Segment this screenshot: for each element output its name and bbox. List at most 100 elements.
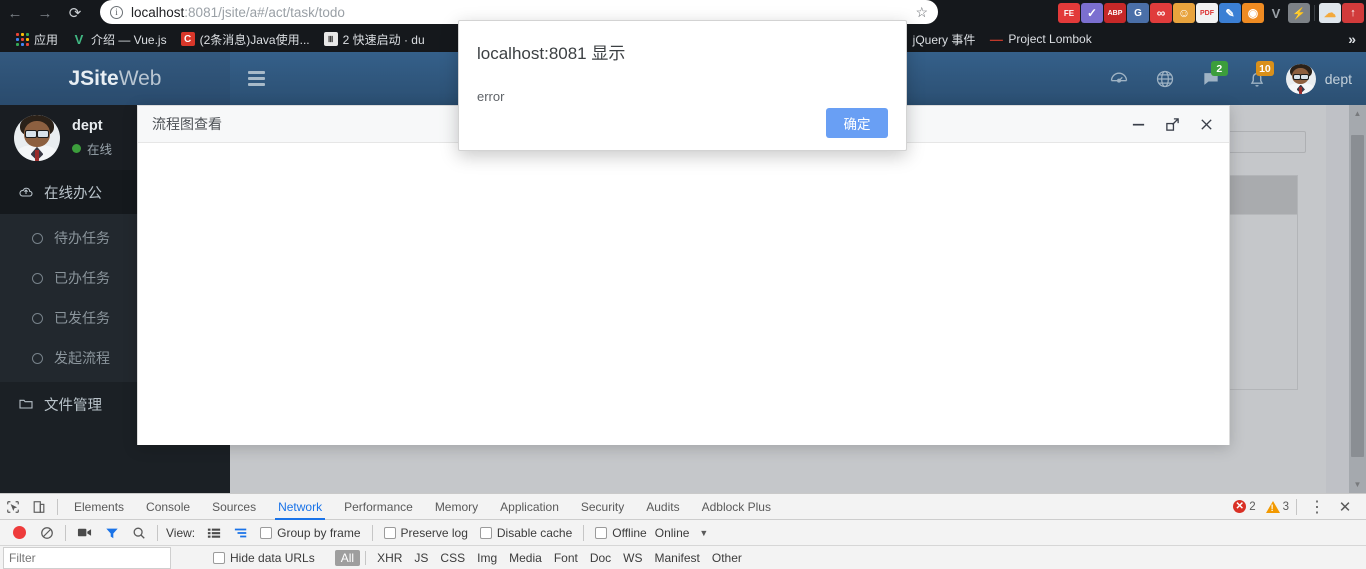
vuejs-bookmark[interactable]: V 介绍 — Vue.js [65, 28, 174, 50]
infinity-extension-icon[interactable]: ∞ [1150, 3, 1172, 23]
chevron-down-icon[interactable]: ▼ [699, 528, 708, 538]
screen-root: ← → ⟳ i localhost:8081/jsite/a#/act/task… [0, 0, 1366, 569]
bookmarks-overflow-button[interactable]: » [1348, 31, 1356, 47]
apps-bookmark[interactable]: 应用 [8, 28, 65, 50]
filter-type-font[interactable]: Font [548, 550, 584, 566]
book-icon: Ⅲ [323, 32, 338, 46]
site-info-icon[interactable]: i [110, 5, 123, 19]
preserve-log-checkbox[interactable]: Preserve log [383, 526, 468, 540]
pdf-extension-icon[interactable]: PDF [1196, 3, 1218, 23]
filter-type-js[interactable]: JS [408, 550, 434, 566]
reload-button[interactable]: ⟳ [60, 1, 90, 25]
sidebar-toggle-button[interactable] [230, 52, 282, 105]
search-button[interactable] [125, 520, 152, 546]
sidebar-user-info: dept 在线 [72, 118, 112, 158]
hide-data-urls-label: Hide data URLs [230, 551, 315, 565]
flash-extension-icon[interactable]: ⚡ [1288, 3, 1310, 23]
header-user-menu[interactable]: dept [1280, 52, 1352, 105]
lombok-bookmark-label: Project Lombok [1008, 32, 1092, 46]
smiley-extension-icon[interactable]: ☺ [1173, 3, 1195, 23]
forward-button[interactable]: → [30, 1, 60, 25]
alert-title: localhost:8081 显示 [477, 44, 626, 63]
tab-elements[interactable]: Elements [63, 494, 135, 520]
weather-extension-icon[interactable]: ☁ [1319, 3, 1341, 23]
offline-checkbox[interactable]: Offline [595, 526, 647, 540]
apps-grid-icon [15, 32, 29, 46]
filter-input[interactable] [3, 547, 171, 569]
devtools-tabbar: Elements Console Sources Network Perform… [0, 494, 1366, 520]
modal-close-button[interactable] [1197, 115, 1215, 133]
tab-sources[interactable]: Sources [201, 494, 267, 520]
tab-memory[interactable]: Memory [424, 494, 489, 520]
sidebar-user-name: dept [72, 117, 103, 134]
filter-type-all[interactable]: All [334, 550, 361, 566]
tab-security[interactable]: Security [570, 494, 635, 520]
clear-button[interactable] [33, 520, 60, 546]
filter-type-media[interactable]: Media [503, 550, 548, 566]
list-view-button[interactable] [200, 520, 227, 546]
group-by-frame-checkbox[interactable]: Group by frame [260, 526, 361, 540]
filter-type-xhr[interactable]: XHR [371, 550, 408, 566]
toggle-device-toolbar-icon[interactable] [26, 494, 52, 520]
globe-icon[interactable] [1142, 52, 1188, 105]
checkbox-icon [479, 526, 492, 539]
lifebuoy-extension-icon[interactable]: ◉ [1242, 3, 1264, 23]
tab-application[interactable]: Application [489, 494, 570, 520]
messages-icon[interactable]: 2 [1188, 52, 1234, 105]
bookmark-star-icon[interactable]: ☆ [915, 4, 928, 21]
dashboard-icon[interactable] [1096, 52, 1142, 105]
tab-audits[interactable]: Audits [635, 494, 690, 520]
warning-count-indicator[interactable]: 3 [1265, 500, 1289, 513]
hide-data-urls-checkbox[interactable]: Hide data URLs [213, 551, 315, 565]
inspect-element-icon[interactable] [0, 494, 26, 520]
upload-extension-icon[interactable]: ↑ [1342, 3, 1364, 23]
toolbar-divider-4 [583, 524, 585, 541]
apps-bookmark-label: 应用 [34, 32, 59, 47]
circle-bullet-icon [32, 352, 43, 364]
circle-bullet-icon [32, 272, 43, 284]
tab-adblock-plus[interactable]: Adblock Plus [691, 494, 782, 520]
lombok-bookmark[interactable]: — Project Lombok [982, 28, 1098, 50]
disable-cache-checkbox[interactable]: Disable cache [479, 526, 572, 540]
app-logo-rest: Web [118, 66, 162, 90]
back-button[interactable]: ← [0, 1, 30, 25]
modal-maximize-button[interactable] [1163, 115, 1181, 133]
csdn-bookmark[interactable]: C (2条消息)Java使用... [174, 28, 317, 50]
record-button[interactable] [6, 520, 33, 546]
devtools-menu-button[interactable]: ⋮ [1304, 494, 1330, 520]
filter-type-other[interactable]: Other [706, 550, 748, 566]
devtools-close-button[interactable]: ✕ [1332, 494, 1358, 520]
alert-confirm-button[interactable]: 确定 [826, 108, 888, 138]
checkmark-extension-icon[interactable]: ✓ [1081, 3, 1103, 23]
filter-type-ws[interactable]: WS [617, 550, 648, 566]
vue-devtools-icon[interactable]: V [1265, 3, 1287, 23]
record-icon [13, 526, 26, 539]
feedly-extension-icon[interactable]: FE [1058, 3, 1080, 23]
throttling-select[interactable]: Online [655, 526, 690, 540]
filter-type-img[interactable]: Img [471, 550, 503, 566]
notifications-bell-icon[interactable]: 10 [1234, 52, 1280, 105]
quickstart-bookmark[interactable]: Ⅲ 2 快速启动 · du [317, 28, 432, 50]
error-count-indicator[interactable]: ✕ 2 [1233, 500, 1256, 513]
tab-performance[interactable]: Performance [333, 494, 424, 520]
filter-type-manifest[interactable]: Manifest [649, 550, 706, 566]
modal-minimize-button[interactable] [1129, 115, 1147, 133]
filter-type-doc[interactable]: Doc [584, 550, 617, 566]
quickstart-bookmark-label: 2 快速启动 · du [342, 32, 425, 47]
filter-toggle-button[interactable] [98, 520, 125, 546]
tab-console[interactable]: Console [135, 494, 201, 520]
capture-screenshots-button[interactable] [71, 520, 98, 546]
google-translate-icon[interactable]: G [1127, 3, 1149, 23]
app-logo[interactable]: JSite Web [0, 52, 230, 105]
adblock-plus-icon[interactable]: ABP [1104, 3, 1126, 23]
paint-extension-icon[interactable]: ✎ [1219, 3, 1241, 23]
header-actions: 2 10 dept [1096, 52, 1366, 105]
online-dot-icon [72, 143, 81, 153]
modal-window-controls [1129, 115, 1215, 133]
waterfall-view-button[interactable] [227, 520, 254, 546]
error-icon: ✕ [1233, 500, 1247, 513]
checkbox-icon [260, 526, 273, 539]
javascript-alert-dialog: localhost:8081 显示 error 确定 [458, 20, 907, 151]
filter-type-css[interactable]: CSS [434, 550, 471, 566]
tab-network[interactable]: Network [267, 494, 333, 520]
